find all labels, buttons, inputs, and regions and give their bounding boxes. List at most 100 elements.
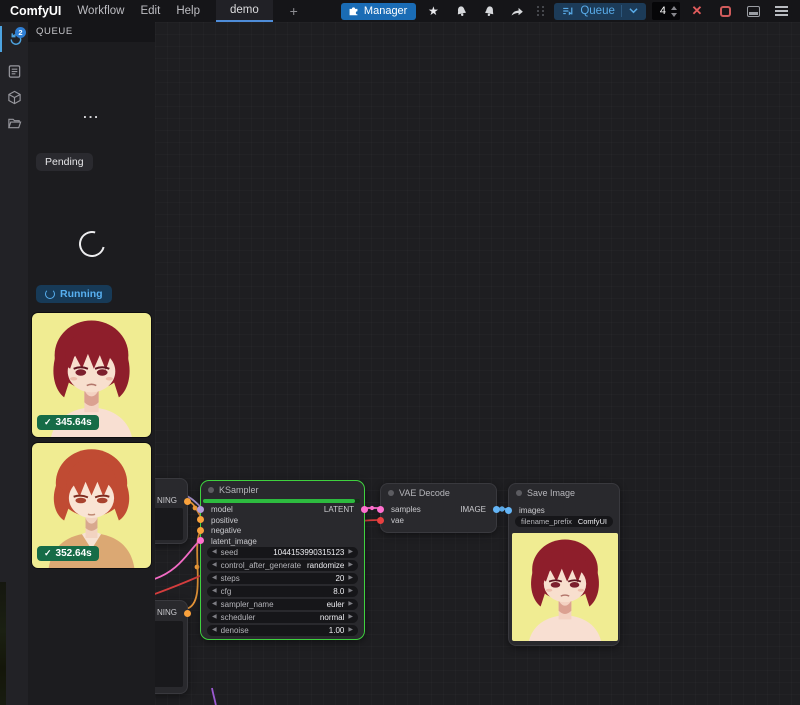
- loading-spinner: [74, 226, 110, 262]
- hamburger-menu-icon[interactable]: [770, 2, 792, 20]
- stop-icon[interactable]: [714, 2, 736, 20]
- decrement-arrow-icon[interactable]: [212, 612, 217, 623]
- check-icon: ✓: [44, 548, 52, 559]
- input-label-samples: samples: [391, 505, 421, 514]
- app-logo[interactable]: ComfyUI: [10, 4, 61, 18]
- widget-cfg[interactable]: cfg 8.0: [207, 586, 358, 597]
- increment-arrow-icon[interactable]: [348, 625, 353, 636]
- queue-panel-header: QUEUE: [28, 22, 155, 42]
- decrement-arrow-icon[interactable]: [212, 586, 217, 597]
- menu-edit[interactable]: Edit: [140, 5, 160, 17]
- input-port-vae[interactable]: [377, 517, 384, 524]
- input-port-samples[interactable]: [377, 506, 384, 513]
- node-clip-text-encode-partial-top[interactable]: NING th -lor, ed itable: [155, 478, 188, 544]
- output-port-image[interactable]: [493, 506, 500, 513]
- running-spinner-icon: [45, 289, 55, 299]
- desktop-wallpaper-sliver: [0, 582, 6, 705]
- output-port-latent[interactable]: [361, 506, 368, 513]
- increment-arrow-icon[interactable]: [348, 612, 353, 623]
- output-port-conditioning[interactable]: [184, 498, 191, 505]
- decrement-arrow-icon[interactable]: [212, 625, 217, 636]
- decrement-arrow-icon[interactable]: [212, 599, 217, 610]
- widget-seed[interactable]: seed 1044153990315123: [207, 547, 358, 558]
- output-label-conditioning: NING: [157, 496, 177, 505]
- input-label-model: model: [211, 505, 233, 514]
- star-icon[interactable]: ★: [422, 2, 444, 20]
- progress-bar: [203, 499, 360, 503]
- node-title-bar[interactable]: VAE Decode: [381, 484, 496, 502]
- widget-control-after-generate[interactable]: control_after_generate randomize: [207, 560, 358, 571]
- chevron-down-icon[interactable]: [628, 6, 639, 15]
- decrement-icon[interactable]: [671, 13, 677, 17]
- decrement-arrow-icon[interactable]: [212, 547, 217, 558]
- input-label-vae: vae: [391, 516, 404, 525]
- collapse-dot-icon[interactable]: [388, 490, 394, 496]
- input-port-images[interactable]: [505, 507, 512, 514]
- menu-help[interactable]: Help: [176, 5, 200, 17]
- widget-scheduler[interactable]: scheduler normal: [207, 612, 358, 623]
- increment-arrow-icon[interactable]: [348, 573, 353, 584]
- input-label-positive: positive: [211, 516, 238, 525]
- queue-count-badge: 2: [15, 27, 26, 38]
- queue-result-thumbnail-1[interactable]: ✓ 345.64s: [32, 313, 151, 437]
- queue-run-button[interactable]: Queue: [554, 3, 646, 20]
- widget-denoise[interactable]: denoise 1.00: [207, 625, 358, 636]
- decrement-arrow-icon[interactable]: [212, 560, 217, 571]
- new-tab-button[interactable]: +: [285, 3, 303, 19]
- execution-time-badge: ✓ 345.64s: [37, 415, 99, 430]
- manager-button[interactable]: Manager: [341, 3, 416, 20]
- increment-arrow-icon[interactable]: [348, 586, 353, 597]
- batch-count-stepper[interactable]: 4: [652, 2, 680, 20]
- sidebar-item-node-library[interactable]: [0, 58, 28, 84]
- widget-filename-prefix[interactable]: filename_prefix ComfyUI: [515, 516, 613, 527]
- collapse-dot-icon[interactable]: [516, 490, 522, 496]
- interrupt-icon[interactable]: ✕: [686, 2, 708, 20]
- input-port-positive[interactable]: [197, 516, 204, 523]
- node-graph-canvas[interactable]: NING th -lor, ed itable NING KSampler mo…: [155, 22, 800, 705]
- increment-arrow-icon[interactable]: [348, 547, 353, 558]
- saved-image-preview[interactable]: [512, 533, 618, 641]
- node-save-image[interactable]: Save Image images filename_prefix ComfyU…: [508, 483, 620, 646]
- share-icon[interactable]: [506, 2, 528, 20]
- output-port-conditioning[interactable]: [184, 610, 191, 617]
- increment-icon[interactable]: [671, 6, 677, 10]
- workflow-tab-demo[interactable]: demo: [216, 0, 273, 22]
- top-menubar: ComfyUI Workflow Edit Help demo + Manage…: [0, 0, 800, 22]
- bell-icon[interactable]: [450, 2, 472, 20]
- increment-arrow-icon[interactable]: [348, 560, 353, 571]
- sidebar-item-workflows[interactable]: [0, 110, 28, 136]
- bottom-panel-icon[interactable]: [742, 2, 764, 20]
- generated-image-portrait: [512, 533, 618, 641]
- input-port-negative[interactable]: [197, 527, 204, 534]
- input-port-model[interactable]: [197, 506, 204, 513]
- input-port-latent-image[interactable]: [197, 537, 204, 544]
- menu-workflow[interactable]: Workflow: [77, 5, 124, 17]
- queue-sidebar-panel: QUEUE ... Pending Running ✓ 345.64s ✓ 35…: [28, 22, 155, 705]
- node-ksampler[interactable]: KSampler model positive negative latent_…: [200, 480, 365, 640]
- check-icon: ✓: [44, 417, 52, 428]
- node-title-bar[interactable]: Save Image: [509, 484, 619, 502]
- model-library-cube-icon: [7, 90, 22, 105]
- running-section-label: Running: [36, 285, 112, 303]
- node-library-icon: [7, 64, 22, 79]
- output-label-image: IMAGE: [460, 505, 486, 514]
- node-clip-text-encode-partial-bottom[interactable]: NING: [155, 600, 188, 694]
- input-label-negative: negative: [211, 526, 241, 535]
- queue-overflow-menu[interactable]: ...: [28, 106, 155, 121]
- queue-list-icon: [561, 5, 574, 17]
- widget-sampler-name[interactable]: sampler_name euler: [207, 599, 358, 610]
- puzzle-icon: [348, 5, 359, 16]
- sidebar-item-queue[interactable]: 2: [0, 26, 28, 52]
- queue-result-thumbnail-2[interactable]: ✓ 352.64s: [32, 443, 151, 568]
- bell-alt-icon[interactable]: [478, 2, 500, 20]
- decrement-arrow-icon[interactable]: [212, 573, 217, 584]
- drag-handle-icon[interactable]: [537, 6, 545, 16]
- sidebar-item-model-library[interactable]: [0, 84, 28, 110]
- collapse-dot-icon[interactable]: [208, 487, 214, 493]
- prompt-text-widget[interactable]: th -lor, ed itable: [155, 508, 183, 540]
- prompt-text-widget[interactable]: [155, 621, 183, 687]
- node-title-bar[interactable]: KSampler: [201, 481, 364, 499]
- increment-arrow-icon[interactable]: [348, 599, 353, 610]
- widget-steps[interactable]: steps 20: [207, 573, 358, 584]
- node-vae-decode[interactable]: VAE Decode samples vae IMAGE: [380, 483, 497, 533]
